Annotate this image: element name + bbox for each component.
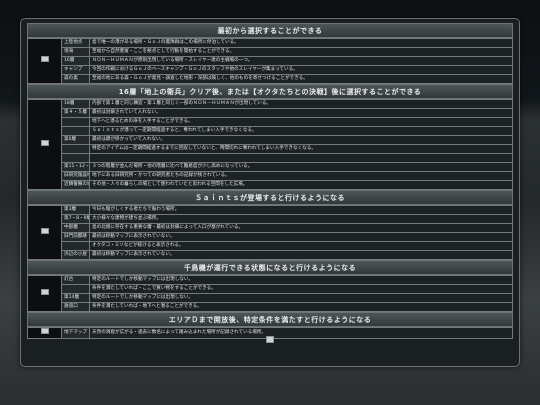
location-description: 条件を満たしていれば・地下へと潜ることができる。 bbox=[89, 302, 513, 312]
table-row: 近隣警備の場 その他・人々の暮らしの場として使われていたと思われる空間をした広場。 bbox=[28, 180, 513, 190]
location-name bbox=[61, 241, 90, 251]
location-name bbox=[61, 144, 90, 154]
table-row: 第3層 今日も騒がしくする者たちで賑わう場所。 bbox=[27, 205, 513, 260]
table-row: 領海 至福から自然豊富・ここを拠点として行動を開始することができる。 bbox=[28, 47, 513, 57]
broken-image-icon bbox=[266, 336, 274, 343]
table-row: 旧門前都跡 最初は移動マップに表示されていない。 bbox=[28, 232, 513, 242]
table-row: 中部層 島の北側に存在する重要な層・最初は封鎖によって入口が塞がれている。 bbox=[28, 223, 513, 233]
broken-image-icon bbox=[40, 56, 49, 62]
location-description: 島で唯一の港がある場所・ＧｏＪの艦隊群はこの場所に停泊している。 bbox=[89, 38, 513, 48]
location-name: 浜辺の小屋 bbox=[61, 250, 90, 260]
table-row: 特定のアイテムは一定期間経過するまでに回収していないと、時間切れに奪われてしまい… bbox=[28, 144, 513, 154]
location-name: 近隣警備の場 bbox=[61, 180, 90, 190]
table-row bbox=[28, 153, 513, 163]
location-name: 第3層 bbox=[61, 205, 90, 215]
location-description: 至福から自然豊富・ここを拠点として行動を開始することができる。 bbox=[89, 47, 513, 57]
table-row: 上陸地点 島で唯一の港がある場所・ＧｏＪの艦隊群はこの場所に停泊している。 bbox=[27, 38, 513, 84]
location-name: 第6層 bbox=[61, 135, 90, 145]
broken-image-icon bbox=[40, 139, 49, 146]
section-title: 最初から選択することができる bbox=[27, 23, 513, 38]
table-row: 第6層 最初は鍵が掛かっていて入れない。 bbox=[28, 135, 513, 145]
location-name: 第11・12・13層 bbox=[61, 162, 90, 172]
location-description: ３つの階層が並んだ場所・他の階層に比べて難易度が少し高めになっている。 bbox=[89, 162, 513, 172]
location-name: キャンプ bbox=[61, 65, 90, 75]
table-row: 浜辺の小屋 最初は移動マップに表示されていない。 bbox=[28, 250, 513, 260]
location-description: 最初は移動マップに表示されていない。 bbox=[89, 232, 513, 242]
location-description: 今日も騒がしくする者たちで賑わう場所。 bbox=[89, 205, 513, 215]
location-description: 天然の洞窟が広がる・過去に数名によって踏み込まれた場所が記録されている場所。 bbox=[89, 327, 513, 339]
location-name: 森の奥 bbox=[61, 74, 90, 84]
section-title: エリアＤまで開放後、特定条件を満たすと行けるようになる bbox=[27, 312, 513, 327]
section-title: 千鳥機が運行できる状態になると行けるようになる bbox=[27, 260, 513, 275]
location-name bbox=[61, 153, 90, 163]
location-description: オクタコ・ミソなどが抜けると表示される。 bbox=[89, 241, 513, 251]
table-row: 地下へと潜るための扉を入手することができる。 bbox=[28, 117, 513, 127]
broken-image-icon bbox=[40, 227, 49, 234]
location-description: 大小様々な建物が建ち並ぶ場所。 bbox=[89, 214, 513, 224]
location-thumbnail-cell bbox=[27, 99, 62, 190]
location-name bbox=[61, 284, 90, 294]
location-name: 16層 bbox=[61, 56, 90, 66]
location-name: 中部層 bbox=[61, 223, 90, 233]
location-name: 第7・8・9層 bbox=[61, 214, 90, 224]
location-name: 上陸地点 bbox=[61, 38, 90, 48]
location-name bbox=[61, 126, 90, 136]
location-description: ＮＯＮ－ＨＵＭＡＮが原則出現している場所・スレイヤー達の主戦場の一つ。 bbox=[89, 56, 513, 66]
location-table: 灯台 特定のルートでしか移動マップには出現しない。 条件を満たしていれば・ここで買い… bbox=[27, 275, 513, 312]
location-description: 条件を満たしていれば・ここで買い物をすることができる。 bbox=[89, 284, 513, 294]
table-row: 旧研究施設地 地下にある旧研究所・かつての研究者たちの記録が残されている。 bbox=[28, 171, 513, 181]
location-table: 上陸地点 島で唯一の港がある場所・ＧｏＪの艦隊群はこの場所に停泊している。 領海 至福… bbox=[27, 38, 513, 84]
sections-container: 最初から選択することができる 上陸地点 島で唯一の港がある場所・ＧｏＪの艦隊群はこの… bbox=[27, 23, 513, 339]
location-name: 旧門前都跡 bbox=[61, 232, 90, 242]
location-thumbnail-cell bbox=[27, 205, 62, 260]
section-title: 16層「地上の衛兵」クリア後、または【オクタたちとの決戦】後に選択することができ… bbox=[27, 84, 513, 99]
location-description bbox=[89, 153, 513, 163]
table-row: 鉄道口 条件を満たしていれば・地下へと潜ることができる。 bbox=[28, 302, 513, 312]
location-name bbox=[61, 117, 90, 127]
location-thumbnail-cell bbox=[27, 327, 62, 339]
location-table: 18層 内部で第１層と同じ構造・第１層と同じく一部のＮＯＮ－ＨＵＭＡＮが出現してい… bbox=[27, 99, 513, 190]
location-description: 内部で第１層と同じ構造・第１層と同じく一部のＮＯＮ－ＨＵＭＡＮが出現している。 bbox=[89, 99, 513, 109]
table-row: 灯台 特定のルートでしか移動マップには出現しない。 bbox=[27, 275, 513, 312]
location-description: Ｓａｉｎｔｓが潜って一定期間経過すると、奪われてしまい入手できなくなる。 bbox=[89, 126, 513, 136]
table-row: 18層 内部で第１層と同じ構造・第１層と同じく一部のＮＯＮ－ＨＵＭＡＮが出現してい… bbox=[27, 99, 513, 190]
location-description: 至福の地にある森・ＧｏＪが発見・調査した地形・深部は険しく、他のものを寄せつける… bbox=[89, 74, 513, 84]
table-row: オクタコ・ミソなどが抜けると表示される。 bbox=[28, 241, 513, 251]
table-row: 第14層 特定のルートでしか移動マップには出現しない。 bbox=[28, 293, 513, 303]
location-name: 灯台 bbox=[61, 275, 90, 285]
location-description: 最初は移動マップに表示されていない。 bbox=[89, 250, 513, 260]
location-description: 最初は封鎖されていて入れない。 bbox=[89, 108, 513, 118]
location-description: 地下にある旧研究所・かつての研究者たちの記録が残されている。 bbox=[89, 171, 513, 181]
location-name: 地下マップ bbox=[61, 327, 90, 339]
table-row: 条件を満たしていれば・ここで買い物をすることができる。 bbox=[28, 284, 513, 294]
section-title: Ｓａｉｎｔｓが登場すると行けるようになる bbox=[27, 190, 513, 205]
location-description: 島の北側に存在する重要な層・最初は封鎖によって入口が塞がれている。 bbox=[89, 223, 513, 233]
table-row: 第11・12・13層３つの階層が並んだ場所・他の階層に比べて難易度が少し高めにな… bbox=[28, 162, 513, 172]
table-row: キャンプ 今回の作戦におけるＧｏＪのベースキャンプ・ＧｏＪのスタッフや他のスレイヤ… bbox=[28, 65, 513, 75]
location-description: その他・人々の暮らしの場として使われていたと思われる空間をした広場。 bbox=[89, 180, 513, 190]
location-name: 旧研究施設地 bbox=[61, 171, 90, 181]
location-name: 領海 bbox=[61, 47, 90, 57]
location-thumbnail-cell bbox=[27, 38, 62, 84]
table-row: 16層 ＮＯＮ－ＨＵＭＡＮが原則出現している場所・スレイヤー達の主戦場の一つ。 bbox=[28, 56, 513, 66]
location-name: 鉄道口 bbox=[61, 302, 90, 312]
broken-image-icon bbox=[40, 328, 49, 334]
location-description: 地下へと潜るための扉を入手することができる。 bbox=[89, 117, 513, 127]
location-table: 第3層 今日も騒がしくする者たちで賑わう場所。 第7・8・9層 大小様々な建物が建ち並… bbox=[27, 205, 513, 260]
location-name: 第４・５層 bbox=[61, 108, 90, 118]
location-name: 18層 bbox=[61, 99, 90, 109]
table-row: 森の奥 至福の地にある森・ＧｏＪが発見・調査した地形・深部は険しく、他のものを寄せ… bbox=[28, 74, 513, 84]
location-description: 特定のアイテムは一定期間経過するまでに回収していないと、時間切れに奪われてしまい… bbox=[89, 144, 513, 154]
location-description: 今回の作戦におけるＧｏＪのベースキャンプ・ＧｏＪのスタッフや他のスレイヤーが集ま… bbox=[89, 65, 513, 75]
location-description: 特定のルートでしか移動マップには出現しない。 bbox=[89, 275, 513, 285]
location-guide-panel: 最初から選択することができる 上陸地点 島で唯一の港がある場所・ＧｏＪの艦隊群はこの… bbox=[20, 18, 520, 367]
location-name: 第14層 bbox=[61, 293, 90, 303]
location-thumbnail-cell bbox=[27, 275, 62, 312]
table-row: 第7・8・9層 大小様々な建物が建ち並ぶ場所。 bbox=[28, 214, 513, 224]
broken-image-icon bbox=[40, 288, 49, 295]
location-description: 特定のルートでしか移動マップには出現しない。 bbox=[89, 293, 513, 303]
table-row: 第４・５層 最初は封鎖されていて入れない。 bbox=[28, 108, 513, 118]
table-row: Ｓａｉｎｔｓが潜って一定期間経過すると、奪われてしまい入手できなくなる。 bbox=[28, 126, 513, 136]
location-description: 最初は鍵が掛かっていて入れない。 bbox=[89, 135, 513, 145]
